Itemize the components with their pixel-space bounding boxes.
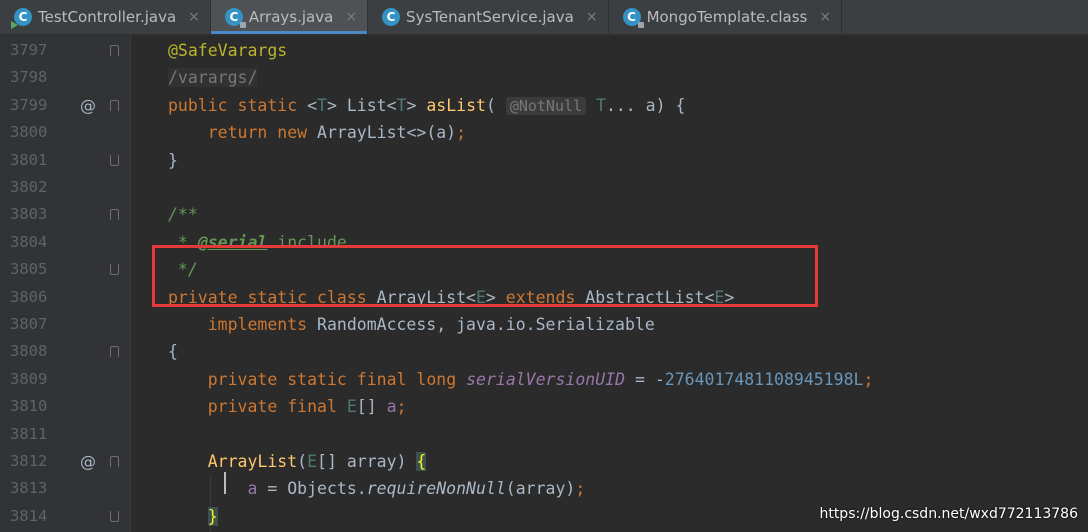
line-number: 3806 [10, 287, 48, 306]
line-number: 3799 [10, 95, 48, 114]
fold-icon[interactable] [110, 209, 119, 221]
editor-tab-bar: C TestController.java × C Arrays.java × … [0, 0, 1088, 35]
java-class-runnable-icon: C [11, 8, 32, 29]
line-number: 3809 [10, 369, 48, 388]
tab-label: TestController.java [38, 8, 177, 26]
line-number: 3802 [10, 178, 48, 196]
code-line: 3809 private static final long serialVer… [0, 366, 1088, 393]
code-line: 3799 @ public static <T> List<T> asList(… [0, 92, 1088, 119]
fold-icon[interactable] [110, 264, 119, 276]
line-number: 3801 [10, 150, 48, 169]
code-line: 3797 @SafeVarargs [0, 37, 1088, 64]
text-caret [224, 472, 226, 494]
line-number: 3800 [10, 123, 48, 142]
line-number: 3807 [10, 315, 48, 333]
code-line: 3812 @ ArrayList(E[] array) { [0, 448, 1088, 475]
line-number: 3813 [10, 479, 48, 498]
close-icon[interactable]: × [345, 9, 357, 25]
tab-label: MongoTemplate.class [646, 8, 808, 26]
fold-icon[interactable] [110, 456, 119, 467]
close-icon[interactable]: × [188, 9, 200, 25]
tab-label: SysTenantService.java [406, 8, 574, 26]
java-class-icon: C [382, 8, 401, 26]
fold-icon[interactable] [110, 99, 119, 111]
fold-icon[interactable] [110, 346, 119, 358]
code-line: 3807 implements RandomAccess, java.io.Se… [0, 311, 1088, 338]
matched-brace: { [416, 452, 427, 471]
line-number: 3803 [10, 205, 48, 224]
code-line: 3798 /varargs/ [0, 64, 1088, 91]
line-number: 3810 [10, 397, 48, 416]
annotation-highlight-box [152, 245, 818, 307]
tab-label: Arrays.java [248, 8, 334, 26]
override-icon[interactable]: @ [80, 92, 96, 119]
close-icon[interactable]: × [819, 9, 831, 25]
line-number: 3797 [10, 41, 48, 59]
tab-mongotemplate[interactable]: C MongoTemplate.class × [609, 0, 843, 34]
code-line: 3811 [0, 421, 1088, 448]
code-line: 3813 a = Objects.requireNonNull(array); [0, 475, 1088, 502]
tab-testcontroller[interactable]: C TestController.java × [0, 0, 211, 34]
code-line: 3801 } [0, 147, 1088, 174]
fold-icon[interactable] [110, 154, 119, 166]
watermark: https://blog.csdn.net/wxd772113786 [819, 506, 1078, 522]
java-class-readonly-icon: C [622, 8, 644, 28]
line-number: 3811 [10, 424, 48, 443]
line-number: 3798 [10, 68, 48, 87]
fold-icon[interactable] [110, 510, 119, 522]
fold-icon[interactable] [110, 45, 119, 56]
parameter-hint: @NotNull [505, 96, 587, 115]
code-line: 3800 return new ArrayList<>(a); [0, 119, 1088, 146]
code-line: 3810 private final E[] a; [0, 393, 1088, 420]
line-number: 3805 [10, 260, 48, 279]
code-line: 3803 /** [0, 201, 1088, 228]
java-class-readonly-icon: C [224, 8, 246, 28]
line-number: 3804 [10, 232, 48, 251]
line-number: 3812 [10, 452, 48, 470]
line-number: 3814 [10, 506, 48, 525]
tab-systenantservice[interactable]: C SysTenantService.java × [368, 0, 609, 34]
override-icon[interactable]: @ [80, 448, 96, 475]
code-line: 3802 [0, 174, 1088, 201]
tab-arrays[interactable]: C Arrays.java × [210, 0, 369, 34]
matched-brace: } [207, 506, 218, 526]
close-icon[interactable]: × [586, 9, 598, 25]
code-line: 3808 { [0, 338, 1088, 365]
line-number: 3808 [10, 342, 48, 361]
